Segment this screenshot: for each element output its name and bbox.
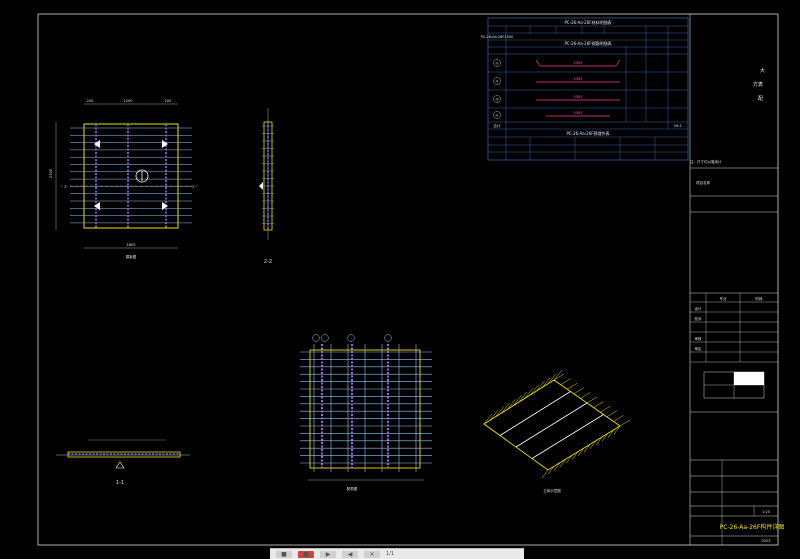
section-1-1-view: 1-1 — [56, 439, 190, 486]
formwork-plan-view: 200 1200 200 2300 1 1 1600 模板图 — [49, 99, 200, 259]
iso-stub-bottom — [613, 425, 621, 435]
iso-stub-right — [613, 415, 624, 422]
iso-stub-bottom — [607, 429, 615, 438]
dim-top-2: 1200 — [124, 99, 133, 103]
viewer-prev-icon[interactable]: ◀ — [342, 550, 358, 558]
section-2-2-view: 2-2 — [259, 108, 274, 265]
iso-stub-right — [600, 405, 611, 413]
iso-strand — [499, 391, 571, 436]
view-label-section-1: 1-1 — [116, 480, 124, 486]
title-char-3: 配 — [758, 96, 763, 102]
table-title-low: PC-26-Aa-26F预埋件表 — [566, 130, 609, 136]
iso-stub-bottom — [577, 447, 585, 457]
iso-stub-right — [580, 392, 591, 399]
iso-stub-bottom — [559, 458, 567, 468]
dim-side: 2300 — [49, 169, 53, 178]
tb-label-6: 审定 — [695, 346, 703, 351]
tb-label-1: 专业 — [720, 296, 728, 301]
iso-stub-bottom — [583, 444, 591, 453]
iso-stub-right — [573, 387, 584, 395]
dim-top-3: 200 — [165, 99, 172, 103]
isometric-view: 立体示意图 — [483, 369, 631, 493]
viewer-toolbar: ■ ■ ▶ ◀ ✕ 1/1 — [270, 548, 524, 559]
drawing-border — [37, 13, 779, 546]
project-name: 项目名称 — [696, 180, 710, 185]
iso-stub-bottom — [571, 451, 579, 460]
viewer-close-icon[interactable]: ✕ — [364, 550, 380, 558]
iso-stub-bottom — [565, 455, 573, 464]
iso-stub-right — [560, 378, 571, 385]
sum-label: 合计 — [494, 123, 502, 128]
tb-label-3: 设计 — [695, 306, 703, 311]
iso-stub-right — [567, 382, 578, 390]
iso-stub-right — [606, 410, 617, 418]
iso-stub-right — [619, 419, 631, 427]
viewer-next-icon[interactable]: ▶ — [320, 550, 336, 558]
note-line: 注：尺寸均以毫米计 — [690, 159, 722, 164]
iso-stub-bottom — [595, 436, 603, 446]
rebar-length-1: 2305 — [574, 61, 583, 65]
cad-drawing-canvas: PC-26-Aa-26F材料明细表 PC-26-Aa-26F2500 PC-26… — [37, 13, 784, 546]
rebar-tag-2: ② — [495, 80, 498, 84]
iso-strand — [531, 414, 604, 459]
iso-stub-bottom — [547, 466, 555, 475]
rebar-length-3: 2305 — [574, 95, 583, 99]
viewer-record-icon[interactable]: ■ — [298, 550, 314, 558]
rebar-length-2: 2305 — [574, 77, 583, 81]
svg-text:1: 1 — [192, 185, 194, 189]
title-char-2: 方表 — [753, 81, 763, 88]
iso-stub-bottom — [553, 462, 561, 471]
tb-label-2: 阶段 — [756, 296, 764, 301]
view-label-plan: 模板图 — [126, 254, 137, 259]
iso-stub-right — [586, 396, 598, 404]
iso-stub-right — [593, 401, 604, 408]
rebar-row-4: ④ 2305 — [493, 111, 610, 119]
rebar-tag-4: ④ — [495, 114, 498, 118]
rebar-row-3: ③ 2305 — [493, 95, 620, 103]
rebar-length-4: 2305 — [574, 111, 583, 115]
scale-value: 1:25 — [762, 510, 770, 514]
table-title-top: PC-26-Aa-26F材料明细表 — [564, 19, 611, 25]
rebar-tag-3: ③ — [495, 98, 498, 102]
table-title-mid: PC-26-Aa-26F钢筋明细表 — [564, 40, 611, 46]
view-label-isometric: 立体示意图 — [543, 488, 561, 493]
dim-bottom: 1600 — [127, 243, 136, 247]
rebar-row-1: ① 2305 — [493, 59, 621, 67]
iso-stub-bottom — [601, 433, 609, 442]
view-label-section-2: 2-2 — [264, 259, 272, 265]
table-row-1-name: PC-26-Aa-26F2500 — [481, 35, 514, 39]
iso-stub-bottom — [589, 440, 597, 449]
title-block: 大 方表 配 项目名称 专业 阶段 设计 校对 审核 审定 1:25 PC-26… — [690, 67, 784, 545]
tb-label-5: 审核 — [695, 336, 703, 341]
drawing-number: PC-26-Aa-26F构件详图 — [720, 523, 785, 531]
reinforcement-view: 配筋图 — [300, 334, 432, 491]
iso-strand — [515, 402, 588, 448]
viewer-page-indicator: 1/1 — [386, 551, 395, 557]
sum-value: 26.1 — [674, 124, 682, 128]
view-label-reinforcement: 配筋图 — [347, 486, 358, 491]
tb-label-4: 校对 — [695, 316, 703, 321]
rebar-tag-1: ① — [495, 62, 498, 66]
rebar-row-2: ② 2305 — [493, 77, 620, 85]
iso-stub-bottom — [541, 469, 549, 479]
dim-top-1: 200 — [87, 99, 94, 103]
material-table: PC-26-Aa-26F材料明细表 PC-26-Aa-26F2500 PC-26… — [481, 17, 689, 161]
svg-text:1: 1 — [64, 185, 66, 189]
viewer-menu-icon[interactable]: ■ — [276, 550, 292, 558]
signature-grid: 专业 阶段 设计 校对 审核 审定 — [690, 293, 778, 363]
drawing-date: 2023 — [762, 539, 771, 543]
title-char-1: 大 — [760, 67, 765, 74]
